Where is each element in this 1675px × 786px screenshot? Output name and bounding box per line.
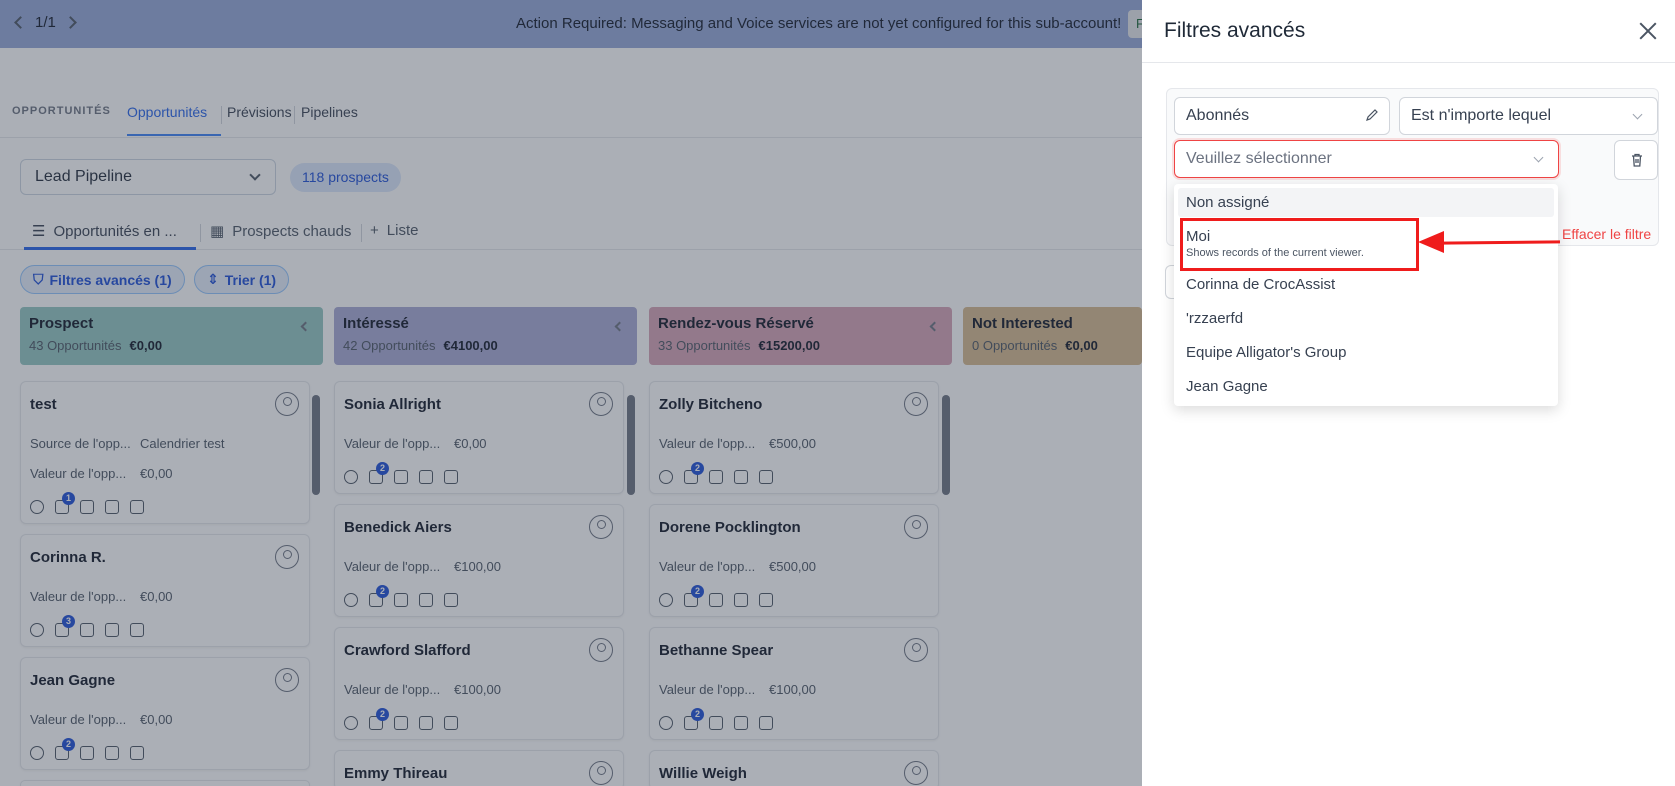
annotation-highlight-box xyxy=(1180,218,1419,271)
drawer-title: Filtres avancés xyxy=(1164,19,1306,42)
clear-filter-link[interactable]: Effacer le filtre xyxy=(1562,226,1651,242)
chevron-down-icon xyxy=(1632,109,1643,120)
close-icon[interactable] xyxy=(1639,22,1657,40)
filter-operator-value: Est n'importe lequel xyxy=(1411,107,1552,124)
filter-field-value: Abonnés xyxy=(1186,107,1250,124)
filter-value-select[interactable]: Veuillez sélectionner xyxy=(1174,140,1559,178)
delete-filter-button[interactable] xyxy=(1614,140,1658,180)
drawer-divider xyxy=(1142,62,1675,63)
filter-field-select[interactable]: Abonnés xyxy=(1174,97,1390,135)
pencil-icon[interactable] xyxy=(1365,108,1379,122)
filter-operator-select[interactable]: Est n'importe lequel xyxy=(1399,97,1658,135)
option-label: Equipe Alligator's Group xyxy=(1186,344,1347,361)
chevron-down-icon xyxy=(1533,152,1544,163)
option-label: Non assigné xyxy=(1186,194,1270,211)
filter-value-placeholder: Veuillez sélectionner xyxy=(1186,150,1332,167)
trash-icon xyxy=(1632,153,1642,167)
option-label: Jean Gagne xyxy=(1186,378,1268,395)
annotation-arrow-head xyxy=(1418,231,1444,253)
option-label: 'rzzaerfd xyxy=(1186,310,1244,327)
dropdown-option-rzzaerfd[interactable]: 'rzzaerfd xyxy=(1178,304,1554,333)
dropdown-option-equipe-alligator[interactable]: Equipe Alligator's Group xyxy=(1178,338,1554,367)
option-label: Corinna de CrocAssist xyxy=(1186,276,1336,293)
dropdown-option-non-assigne[interactable]: Non assigné xyxy=(1178,188,1554,217)
dropdown-option-corinna[interactable]: Corinna de CrocAssist xyxy=(1178,270,1554,299)
dropdown-option-jean-gagne[interactable]: Jean Gagne xyxy=(1178,372,1554,401)
modal-overlay[interactable] xyxy=(0,0,1142,786)
